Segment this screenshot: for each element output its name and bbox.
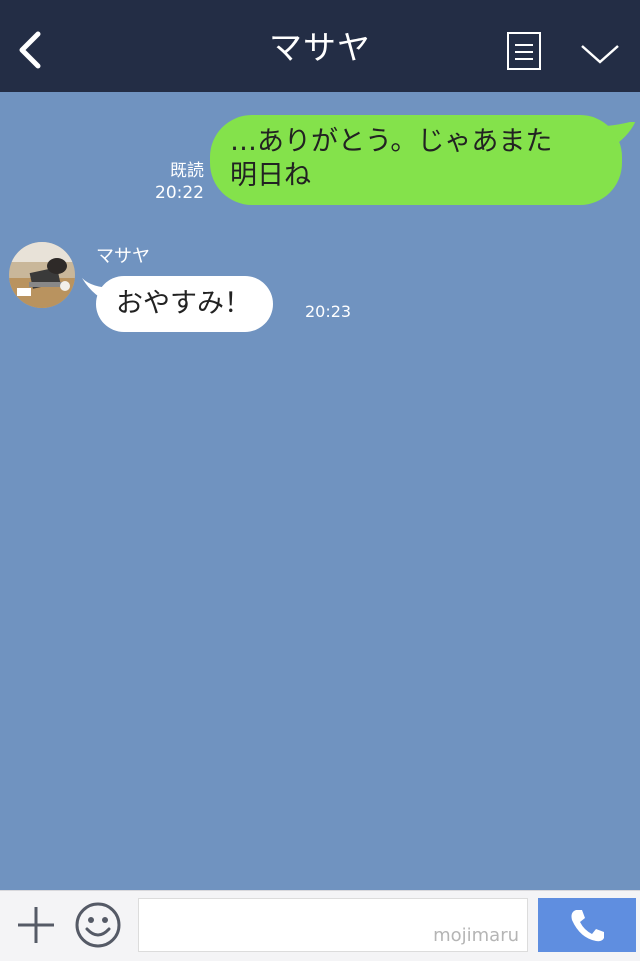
chevron-down-icon[interactable] (578, 38, 622, 68)
sender-name: マサヤ (96, 246, 150, 267)
chat-header: マサヤ (0, 0, 640, 92)
note-icon[interactable] (506, 31, 542, 71)
call-button[interactable] (538, 898, 636, 952)
avatar-photo (9, 242, 75, 308)
outgoing-message-line1: …ありがとう。じゃあまた (230, 126, 553, 157)
watermark: mojimaru (433, 925, 519, 946)
message-input[interactable]: mojimaru (138, 898, 528, 952)
outgoing-message-bubble[interactable]: …ありがとう。じゃあまた 明日ね (210, 115, 622, 205)
plus-icon[interactable] (16, 905, 56, 945)
avatar[interactable] (9, 242, 75, 308)
smile-icon[interactable] (74, 901, 122, 949)
read-receipt: 既読 20:22 (155, 160, 204, 204)
chat-area[interactable]: 既読 20:22 …ありがとう。じゃあまた 明日ね マサヤ おやすみ！ 20:2… (0, 92, 640, 890)
composer-bar: mojimaru (0, 890, 640, 961)
outgoing-message-line2: 明日ね (230, 160, 311, 191)
chat-title: マサヤ (269, 28, 371, 67)
outgoing-time: 20:22 (155, 183, 204, 203)
incoming-message-text: おやすみ！ (116, 288, 251, 319)
incoming-time: 20:23 (305, 302, 352, 321)
incoming-message-bubble[interactable]: おやすみ！ (96, 276, 273, 332)
read-label: 既読 (170, 161, 204, 181)
chevron-left-icon[interactable] (14, 28, 50, 72)
phone-icon (571, 910, 604, 942)
